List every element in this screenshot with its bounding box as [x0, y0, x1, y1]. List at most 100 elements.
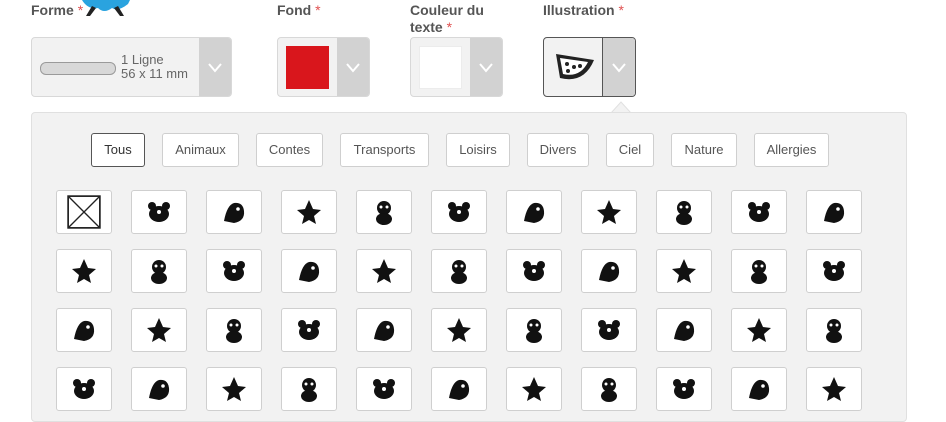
illustration-option[interactable] — [206, 249, 262, 293]
chevron-down-icon[interactable] — [337, 38, 369, 96]
chevron-down-icon[interactable] — [199, 38, 231, 96]
forme-label: Forme * — [31, 2, 84, 18]
owl-icon — [669, 256, 699, 286]
illustration-option[interactable] — [281, 190, 337, 234]
fond-label: Fond * — [277, 2, 321, 18]
illustration-option[interactable] — [806, 367, 862, 411]
illustration-option[interactable] — [131, 190, 187, 234]
bear-icon — [219, 256, 249, 286]
illustration-option[interactable] — [356, 367, 412, 411]
parrot-icon — [444, 256, 474, 286]
illustration-option[interactable] — [356, 249, 412, 293]
illustration-label: Illustration * — [543, 2, 624, 18]
rabbit-icon — [444, 197, 474, 227]
illustration-option[interactable] — [56, 308, 112, 352]
mermaid-icon — [369, 374, 399, 404]
dragonfly-icon — [744, 256, 774, 286]
shark-icon — [369, 315, 399, 345]
illustration-option[interactable] — [506, 249, 562, 293]
illustration-option[interactable] — [656, 308, 712, 352]
tab-allergies[interactable]: Allergies — [754, 133, 829, 167]
fond-color-swatch — [286, 46, 329, 89]
illustration-option[interactable] — [431, 308, 487, 352]
illustration-option[interactable] — [506, 308, 562, 352]
illustration-option[interactable] — [281, 308, 337, 352]
illustration-option[interactable] — [131, 367, 187, 411]
illustration-option[interactable] — [431, 249, 487, 293]
illustration-option[interactable] — [581, 308, 637, 352]
illustration-option[interactable] — [56, 190, 112, 234]
dog-icon — [219, 197, 249, 227]
tab-nature[interactable]: Nature — [671, 133, 737, 167]
sheep-icon — [819, 197, 849, 227]
clownfish-icon — [444, 315, 474, 345]
cat-icon — [144, 197, 174, 227]
tab-ciel[interactable]: Ciel — [606, 133, 654, 167]
tab-divers[interactable]: Divers — [527, 133, 589, 167]
ballerina-icon — [744, 374, 774, 404]
illustration-option[interactable] — [431, 190, 487, 234]
tab-animaux[interactable]: Animaux — [162, 133, 239, 167]
knight-icon — [69, 374, 99, 404]
illustration-option[interactable] — [731, 367, 787, 411]
mascot-icon — [82, 0, 130, 16]
illustration-option[interactable] — [131, 308, 187, 352]
illustration-option[interactable] — [806, 190, 862, 234]
illustration-option[interactable] — [731, 308, 787, 352]
horse-icon — [669, 197, 699, 227]
tab-contes[interactable]: Contes — [256, 133, 323, 167]
dolphin-icon — [219, 315, 249, 345]
illustration-option[interactable] — [206, 190, 262, 234]
illustration-option[interactable] — [581, 190, 637, 234]
ninja-icon — [819, 315, 849, 345]
illustration-option[interactable] — [806, 249, 862, 293]
whale-icon — [144, 315, 174, 345]
fond-select[interactable] — [277, 37, 370, 97]
chevron-down-icon[interactable] — [470, 38, 502, 96]
illustration-option[interactable] — [56, 249, 112, 293]
pirate-kid-icon — [669, 374, 699, 404]
illustration-option[interactable] — [206, 367, 262, 411]
elephant-icon — [369, 256, 399, 286]
princess-icon — [294, 374, 324, 404]
illustration-option[interactable] — [431, 367, 487, 411]
tab-transports[interactable]: Transports — [340, 133, 429, 167]
tab-loisirs[interactable]: Loisirs — [446, 133, 510, 167]
illustration-option[interactable] — [356, 308, 412, 352]
tiger-icon — [69, 256, 99, 286]
illustration-option[interactable] — [131, 249, 187, 293]
deer-icon — [744, 197, 774, 227]
brontosaurus-icon — [669, 315, 699, 345]
tab-tous[interactable]: Tous — [91, 133, 145, 167]
shape-description: 1 Ligne 56 x 11 mm — [121, 52, 188, 81]
illustration-option[interactable] — [656, 190, 712, 234]
illustration-option[interactable] — [506, 190, 562, 234]
superheroine-icon — [444, 374, 474, 404]
illustration-option[interactable] — [506, 367, 562, 411]
illustration-option[interactable] — [731, 190, 787, 234]
couleur-texte-label: Couleur du texte * — [410, 2, 484, 35]
illustration-option[interactable] — [581, 367, 637, 411]
penguin-icon — [294, 315, 324, 345]
lion-icon — [144, 256, 174, 286]
butterfly-icon — [819, 256, 849, 286]
text-color-swatch — [419, 46, 462, 89]
illustration-select[interactable] — [543, 37, 636, 97]
illustration-option[interactable] — [731, 249, 787, 293]
watermelon-icon — [552, 48, 598, 86]
chick-icon — [594, 256, 624, 286]
shape-preview — [40, 62, 116, 75]
illustration-option[interactable] — [581, 249, 637, 293]
illustration-option[interactable] — [281, 367, 337, 411]
illustration-option[interactable] — [56, 367, 112, 411]
illustration-option[interactable] — [656, 367, 712, 411]
chevron-down-icon[interactable] — [602, 38, 635, 96]
illustration-option[interactable] — [806, 308, 862, 352]
illustration-option[interactable] — [281, 249, 337, 293]
illustration-option[interactable] — [656, 249, 712, 293]
couleur-texte-select[interactable] — [410, 37, 503, 97]
forme-select[interactable]: 1 Ligne 56 x 11 mm — [31, 37, 232, 97]
illustration-option[interactable] — [206, 308, 262, 352]
panda-icon — [519, 197, 549, 227]
illustration-option[interactable] — [356, 190, 412, 234]
